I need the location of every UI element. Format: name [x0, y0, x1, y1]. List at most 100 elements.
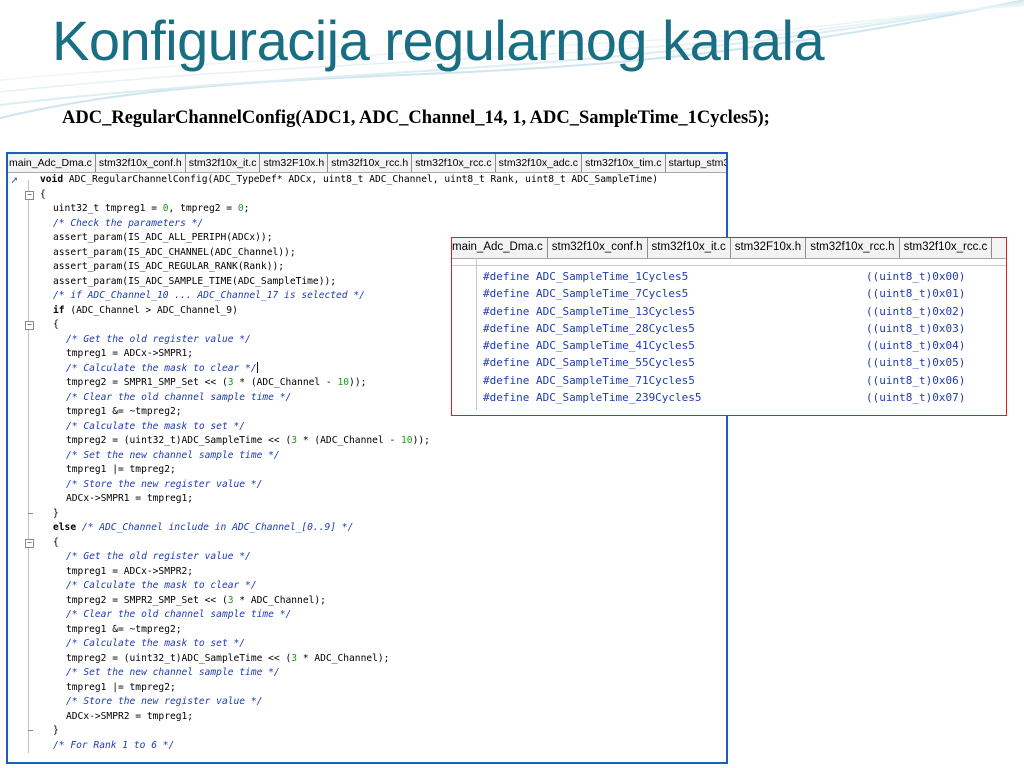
code-text: /* Check the parameters */	[53, 217, 203, 232]
code-text: }	[53, 507, 59, 522]
code-text: /* Calculate the mask to set */	[66, 637, 245, 652]
code-token: assert_param(IS_ADC_CHANNEL(ADC_Channel)…	[53, 246, 296, 258]
current-line-arrow-icon: ➚	[11, 174, 18, 187]
code-comment: /* Calculate the mask to clear */	[66, 580, 257, 591]
tab-stm32f10x-h[interactable]: stm32F10x.h	[731, 238, 807, 258]
fold-gutter	[8, 260, 34, 275]
tab-startup-stm32f10[interactable]: startup_stm32f10	[666, 154, 726, 172]
code-text: assert_param(IS_ADC_SAMPLE_TIME(ADC_Samp…	[53, 275, 336, 290]
code-text: {	[40, 188, 46, 203]
code-token: ADC_RegularChannelConfig(ADC_TypeDef* AD…	[63, 174, 659, 185]
tab-stm32f10x-rcc-c[interactable]: stm32f10x_rcc.c	[412, 154, 496, 172]
define-value: ((uint8_t)0x04)	[866, 339, 966, 353]
tab-stm32f10x-rcc-h[interactable]: stm32f10x_rcc.h	[806, 238, 900, 258]
tab-main-adc-dma-c[interactable]: main_Adc_Dma.c	[8, 154, 96, 172]
tab-stm32f10x-conf-h[interactable]: stm32f10x_conf.h	[548, 238, 648, 258]
fold-gutter: −	[8, 187, 34, 202]
code-token: tmpreg1 |= tmpreg2;	[66, 681, 176, 693]
code-line: /* Set the new channel sample time */	[8, 448, 726, 464]
code-text: ADCx->SMPR1 = tmpreg1;	[66, 492, 193, 507]
code-line: /* Get the old register value */	[8, 550, 726, 565]
fold-gutter	[8, 680, 34, 695]
define-name: #define ADC_SampleTime_71Cycles5	[483, 373, 695, 387]
code-text: tmpreg2 = SMPR2_SMP_Set << (3 * ADC_Chan…	[66, 594, 326, 609]
code-text: /* Store the new register value */	[66, 478, 262, 493]
code-token: tmpreg1 &= ~tmpreg2;	[66, 406, 182, 417]
slide-title: Konfiguracija regularnog kanala	[52, 9, 825, 72]
fold-gutter	[8, 579, 34, 594]
code-comment: /* Set the new channel sample time */	[66, 449, 280, 461]
code-line: −{	[8, 187, 726, 203]
define-line: #define ADC_SampleTime_71Cycles5 ((uint8_…	[452, 372, 1006, 389]
code-comment: /* Calculate the mask to clear */	[66, 362, 257, 374]
fold-gutter: ➚	[8, 173, 34, 195]
fold-gutter: −	[8, 318, 34, 333]
tab-stm32f10x-adc-c[interactable]: stm32f10x_adc.c	[496, 154, 583, 172]
fold-collapse-icon[interactable]: −	[25, 321, 34, 330]
fold-gutter	[8, 390, 34, 405]
tab-stm32f10x-rcc-h[interactable]: stm32f10x_rcc.h	[328, 154, 413, 172]
code-keyword: void	[40, 174, 64, 185]
code-token: tmpreg1 = ADCx->SMPR1;	[66, 348, 194, 359]
tab-stm32f10x-tim-c[interactable]: stm32f10x_tim.c	[582, 154, 666, 172]
code-text: else /* ADC_Channel include in ADC_Chann…	[53, 521, 353, 536]
code-token: uint32_t tmpreg1 =	[53, 203, 163, 214]
code-text: }	[53, 724, 59, 739]
code-comment: /* Clear the old channel sample time */	[66, 609, 292, 620]
code-text: /* Clear the old channel sample time */	[66, 391, 291, 406]
code-text: assert_param(IS_ADC_CHANNEL(ADC_Channel)…	[53, 246, 296, 261]
define-list[interactable]: #define ADC_SampleTime_1Cycles5 ((uint8_t…	[452, 258, 1006, 411]
code-text: /* Clear the old channel sample time */	[66, 608, 291, 623]
code-text: assert_param(IS_ADC_REGULAR_RANK(Rank));	[53, 260, 284, 275]
code-text: /* Set the new channel sample time */	[66, 449, 280, 464]
code-text: /* Calculate the mask to clear */	[66, 362, 258, 377]
tab-main-adc-dma-c[interactable]: main_Adc_Dma.c	[452, 238, 548, 258]
code-editor-defines[interactable]: main_Adc_Dma.c stm32f10x_conf.h stm32f10x_…	[451, 237, 1007, 416]
fold-gutter	[8, 506, 34, 521]
code-text: ADCx->SMPR2 = tmpreg1;	[66, 710, 193, 725]
code-token: }	[53, 507, 59, 519]
fold-gutter	[8, 202, 34, 217]
fold-gutter	[8, 477, 34, 492]
code-line: ADCx->SMPR1 = tmpreg1;	[8, 492, 726, 507]
fold-collapse-icon[interactable]: −	[25, 190, 34, 200]
fold-gutter	[8, 405, 34, 420]
code-text: tmpreg2 = (uint32_t)ADC_SampleTime << (3…	[66, 434, 430, 449]
code-token: ADCx->SMPR1 = tmpreg1;	[66, 493, 194, 504]
code-text: tmpreg1 = ADCx->SMPR2;	[66, 565, 193, 580]
code-line: /* Store the new register value */	[8, 695, 726, 710]
define-name: #define ADC_SampleTime_7Cycles5	[483, 287, 689, 301]
code-text: /* Get the old register value */	[66, 550, 251, 565]
tab-stm32f10x-rcc-c[interactable]: stm32f10x_rcc.c	[900, 238, 993, 258]
code-text: {	[53, 318, 59, 333]
code-text: /* Store the new register value */	[66, 695, 262, 710]
fold-gutter	[8, 216, 34, 231]
code-token: * (ADC_Channel -	[297, 435, 402, 446]
fold-gutter	[8, 666, 34, 681]
code-line: /* Check the parameters */	[8, 216, 726, 232]
code-comment: /* Get the old register value */	[66, 333, 251, 345]
tab-stm32f10x-it-c[interactable]: stm32f10x_it.c	[648, 238, 731, 258]
define-name: #define ADC_SampleTime_28Cycles5	[483, 321, 695, 335]
tab-stm32f10x-conf-h[interactable]: stm32f10x_conf.h	[96, 154, 186, 172]
fold-gutter	[8, 709, 34, 724]
fold-gutter	[8, 347, 34, 362]
code-line: else /* ADC_Channel include in ADC_Chann…	[8, 521, 726, 536]
code-comment: /* Set the new channel sample time */	[66, 667, 280, 678]
code-line: /* Calculate the mask to set */	[8, 637, 726, 652]
code-text: /* Set the new channel sample time */	[66, 666, 280, 681]
fold-gutter	[8, 724, 34, 739]
code-line: /* Clear the old channel sample time */	[8, 608, 726, 623]
fold-collapse-icon[interactable]: −	[25, 538, 34, 548]
fold-gutter	[8, 231, 34, 246]
code-line: tmpreg1 &= ~tmpreg2;	[8, 622, 726, 637]
tab-stm32f10x-h[interactable]: stm32F10x.h	[260, 154, 329, 172]
code-line: }	[8, 724, 726, 739]
fold-gutter	[8, 463, 34, 478]
tab-stm32f10x-it-c[interactable]: stm32f10x_it.c	[186, 154, 261, 172]
code-comment: /* For Rank 1 to 6 */	[53, 739, 175, 751]
code-comment: /* Calculate the mask to set */	[66, 420, 246, 432]
define-value: ((uint8_t)0x02)	[866, 304, 966, 318]
fold-gutter	[8, 550, 34, 565]
code-line: /* Calculate the mask to set */	[8, 419, 726, 434]
